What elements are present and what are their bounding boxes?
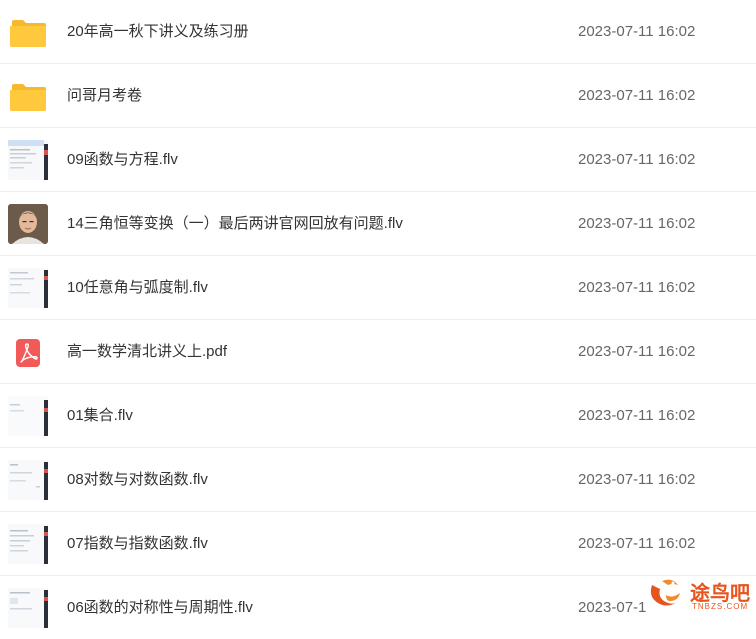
file-row[interactable]: 01集合.flv 2023-07-11 16:02 [0,384,756,448]
watermark: 途鸟吧 TNBZS.COM [646,575,750,615]
video-thumbnail [8,268,48,308]
folder-icon [8,76,48,116]
file-date: 2023-07-1 [578,599,647,616]
file-row[interactable]: 08对数与对数函数.flv 2023-07-11 16:02 [0,448,756,512]
file-name[interactable]: 01集合.flv [67,384,133,447]
file-date: 2023-07-11 16:02 [578,151,696,168]
file-row[interactable]: 07指数与指数函数.flv 2023-07-11 16:02 [0,512,756,576]
file-row[interactable]: 14三角恒等变换（一）最后两讲官网回放有问题.flv 2023-07-11 16… [0,192,756,256]
file-row[interactable]: 高一数学清北讲义上.pdf 2023-07-11 16:02 [0,320,756,384]
video-thumbnail [8,588,48,628]
folder-icon [8,12,48,52]
video-thumbnail [8,396,48,436]
file-row[interactable]: 20年高一秋下讲义及练习册 2023-07-11 16:02 [0,0,756,64]
file-date: 2023-07-11 16:02 [578,407,696,424]
file-date: 2023-07-11 16:02 [578,279,696,296]
file-name[interactable]: 10任意角与弧度制.flv [67,256,208,319]
file-row[interactable]: 06函数的对称性与周期性.flv 2023-07-1 [0,576,756,639]
file-date: 2023-07-11 16:02 [578,23,696,40]
file-name[interactable]: 07指数与指数函数.flv [67,512,208,575]
pdf-icon [8,332,48,372]
file-name[interactable]: 14三角恒等变换（一）最后两讲官网回放有问题.flv [67,192,403,255]
file-name[interactable]: 06函数的对称性与周期性.flv [67,576,253,639]
video-thumbnail [8,460,48,500]
file-date: 2023-07-11 16:02 [578,215,696,232]
video-thumbnail [8,204,48,244]
file-name[interactable]: 问哥月考卷 [67,64,142,127]
file-row[interactable]: 问哥月考卷 2023-07-11 16:02 [0,64,756,128]
file-name[interactable]: 20年高一秋下讲义及练习册 [67,0,249,63]
file-date: 2023-07-11 16:02 [578,343,696,360]
file-name[interactable]: 高一数学清北讲义上.pdf [67,320,227,383]
watermark-subtext: TNBZS.COM [692,602,749,611]
bird-logo-icon [646,575,688,615]
file-list: 20年高一秋下讲义及练习册 2023-07-11 16:02 问哥月考卷 202… [0,0,756,628]
file-name[interactable]: 09函数与方程.flv [67,128,178,191]
file-date: 2023-07-11 16:02 [578,87,696,104]
video-thumbnail [8,524,48,564]
video-thumbnail [8,140,48,180]
file-name[interactable]: 08对数与对数函数.flv [67,448,208,511]
file-date: 2023-07-11 16:02 [578,535,696,552]
file-row[interactable]: 10任意角与弧度制.flv 2023-07-11 16:02 [0,256,756,320]
file-row[interactable]: 09函数与方程.flv 2023-07-11 16:02 [0,128,756,192]
file-date: 2023-07-11 16:02 [578,471,696,488]
